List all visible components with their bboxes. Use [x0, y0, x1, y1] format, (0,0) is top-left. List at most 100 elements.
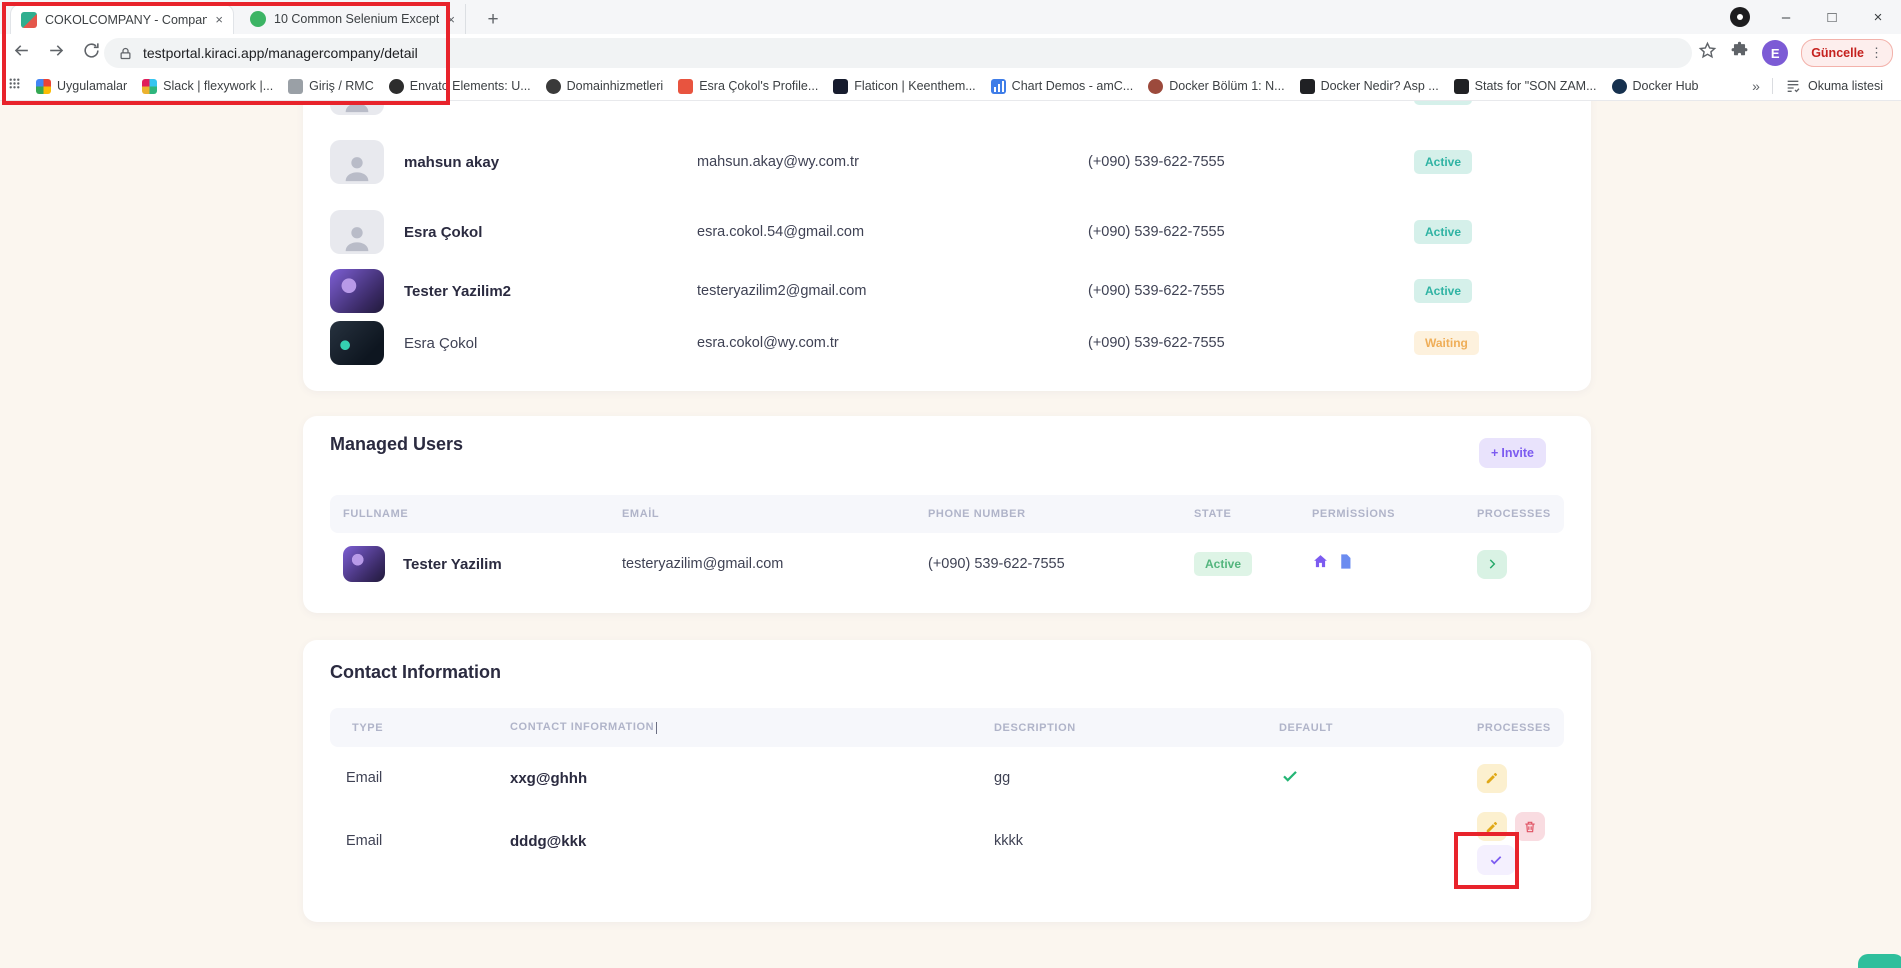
bookmark-item[interactable]: Docker Nedir? Asp ... — [1300, 79, 1439, 94]
reload-icon[interactable] — [82, 41, 101, 65]
avatar-photo — [330, 321, 384, 365]
contact-information-card: Contact Information TYPE CONTACT INFORMA… — [303, 640, 1591, 922]
bookmark-item[interactable]: Docker Hub — [1612, 79, 1699, 94]
bookmarks-bar: Uygulamalar Slack | flexywork |... Giriş… — [0, 72, 1901, 101]
back-icon[interactable] — [12, 41, 31, 65]
bookmark-item[interactable]: Docker Bölüm 1: N... — [1148, 79, 1284, 94]
bookmarks-right-cluster: » Okuma listesi — [1752, 78, 1893, 94]
bookmark-favicon — [1300, 79, 1315, 94]
contact-description: gg — [994, 770, 1279, 786]
avatar-placeholder — [330, 210, 384, 254]
invite-label: Invite — [1501, 446, 1534, 460]
column-header: PHONE NUMBER — [928, 508, 1194, 520]
contact-row: Email dddg@kkk kkkk — [330, 809, 1564, 904]
window-close-button[interactable]: × — [1855, 0, 1901, 34]
user-email: testeryazilim@gmail.com — [622, 556, 928, 572]
member-row: Tester Yazilim2 testeryazilim2@gmail.com… — [330, 261, 1564, 321]
company-users-card: Active mahsun akay mahsun.akay@wy.com.tr… — [303, 101, 1591, 391]
bookmark-label: Docker Nedir? Asp ... — [1321, 79, 1439, 93]
new-tab-button[interactable]: + — [480, 7, 506, 33]
bookmark-item[interactable]: Esra Çokol's Profile... — [678, 79, 818, 94]
column-header: TYPE — [330, 722, 510, 734]
url-bar[interactable]: testportal.kiraci.app/managercompany/det… — [104, 38, 1692, 68]
bookmark-item[interactable]: Uygulamalar — [36, 79, 127, 94]
avatar-photo — [330, 269, 384, 313]
profile-avatar[interactable]: E — [1762, 40, 1788, 66]
bookmark-favicon — [833, 79, 848, 94]
bookmark-item[interactable]: Flaticon | Keenthem... — [833, 79, 975, 94]
delete-contact-button[interactable] — [1515, 812, 1545, 841]
member-phone: (+090) 539-622-7555 — [1088, 283, 1414, 299]
reading-list-button[interactable]: Okuma listesi — [1785, 78, 1883, 94]
managed-users-table-header: FULLNAME EMAİL PHONE NUMBER STATE PERMİS… — [330, 495, 1564, 533]
member-row: mahsun akay mahsun.akay@wy.com.tr (+090)… — [330, 132, 1564, 192]
home-permission-icon — [1312, 553, 1329, 575]
address-bar: testportal.kiraci.app/managercompany/det… — [0, 34, 1901, 72]
bookmark-item[interactable]: Stats for "SON ZAM... — [1454, 79, 1597, 94]
bookmark-item[interactable]: Envato Elements: U... — [389, 79, 531, 94]
bookmark-favicon — [1454, 79, 1469, 94]
edit-contact-button[interactable] — [1477, 812, 1507, 841]
member-phone: (+090) 539-622-7555 — [1088, 335, 1414, 351]
tab-bar: COKOLCOMPANY - Company De × 10 Common Se… — [0, 0, 1901, 34]
apps-grid-icon[interactable] — [8, 77, 21, 95]
edit-contact-button[interactable] — [1477, 764, 1507, 793]
tab-title: COKOLCOMPANY - Company De — [45, 13, 207, 27]
extensions-puzzle-icon[interactable] — [1730, 41, 1749, 65]
column-header: STATE — [1194, 508, 1312, 520]
open-detail-button[interactable] — [1477, 550, 1507, 579]
status-badge: Active — [1414, 220, 1472, 244]
bookmark-label: Chart Demos - amC... — [1012, 79, 1134, 93]
bookmark-item[interactable]: Slack | flexywork |... — [142, 79, 273, 94]
member-name: mahsun akay — [404, 154, 697, 171]
member-name: Tester Yazilim2 — [404, 283, 697, 300]
chrome-update-button[interactable]: Güncelle ⋮ — [1801, 39, 1893, 67]
bookmark-label: Giriş / RMC — [309, 79, 374, 93]
url-text: testportal.kiraci.app/managercompany/det… — [143, 45, 418, 61]
default-check-icon — [1281, 767, 1462, 790]
bookmark-favicon — [678, 79, 693, 94]
confirm-default-button[interactable] — [1477, 845, 1515, 875]
tab-favicon — [250, 11, 266, 27]
avatar-placeholder — [330, 101, 384, 115]
column-header: PERMİSSİONS — [1312, 508, 1462, 520]
browser-window: COKOLCOMPANY - Company De × 10 Common Se… — [0, 0, 1901, 968]
lock-icon — [118, 46, 133, 61]
contact-type: Email — [330, 770, 510, 786]
status-badge: Active — [1194, 552, 1252, 576]
address-bar-actions: E Güncelle ⋮ — [1698, 34, 1893, 72]
nav-buttons — [12, 34, 101, 72]
reading-list-icon — [1785, 78, 1801, 94]
media-controls-button[interactable] — [1717, 0, 1763, 34]
forward-icon[interactable] — [47, 41, 66, 65]
managed-user-row: Tester Yazilim testeryazilim@gmail.com (… — [330, 533, 1564, 595]
bookmark-item[interactable]: Domainhizmetleri — [546, 79, 664, 94]
bookmark-star-icon[interactable] — [1698, 41, 1717, 65]
member-row-partial: Active — [330, 101, 1564, 123]
bookmark-item[interactable]: Chart Demos - amC... — [991, 79, 1134, 94]
user-phone: (+090) 539-622-7555 — [928, 556, 1194, 572]
bookmark-item[interactable]: Giriş / RMC — [288, 79, 374, 94]
member-phone: (+090) 539-622-7555 — [1088, 224, 1414, 240]
bookmark-label: Esra Çokol's Profile... — [699, 79, 818, 93]
bookmark-favicon — [546, 79, 561, 94]
media-circle-icon — [1730, 7, 1750, 27]
tab-selenium-exceptions[interactable]: 10 Common Selenium Exception × — [240, 4, 466, 34]
bookmark-label: Slack | flexywork |... — [163, 79, 273, 93]
window-controls: – □ × — [1717, 0, 1901, 34]
tab-close-icon[interactable]: × — [447, 12, 455, 27]
bookmarks-overflow-icon[interactable]: » — [1752, 78, 1760, 94]
chat-widget-fragment[interactable] — [1858, 954, 1901, 968]
column-header: PROCESSES — [1462, 508, 1564, 520]
column-header: DEFAULT — [1279, 722, 1462, 734]
tab-close-icon[interactable]: × — [215, 12, 223, 27]
update-label: Güncelle — [1811, 46, 1864, 60]
avatar-photo — [343, 546, 385, 582]
invite-button[interactable]: + Invite — [1479, 438, 1546, 468]
tab-company-detail[interactable]: COKOLCOMPANY - Company De × — [10, 4, 234, 34]
contact-value: xxg@ghhh — [510, 770, 994, 787]
bookmark-favicon — [36, 79, 51, 94]
window-minimize-button[interactable]: – — [1763, 0, 1809, 34]
window-maximize-button[interactable]: □ — [1809, 0, 1855, 34]
bookmark-label: Envato Elements: U... — [410, 79, 531, 93]
